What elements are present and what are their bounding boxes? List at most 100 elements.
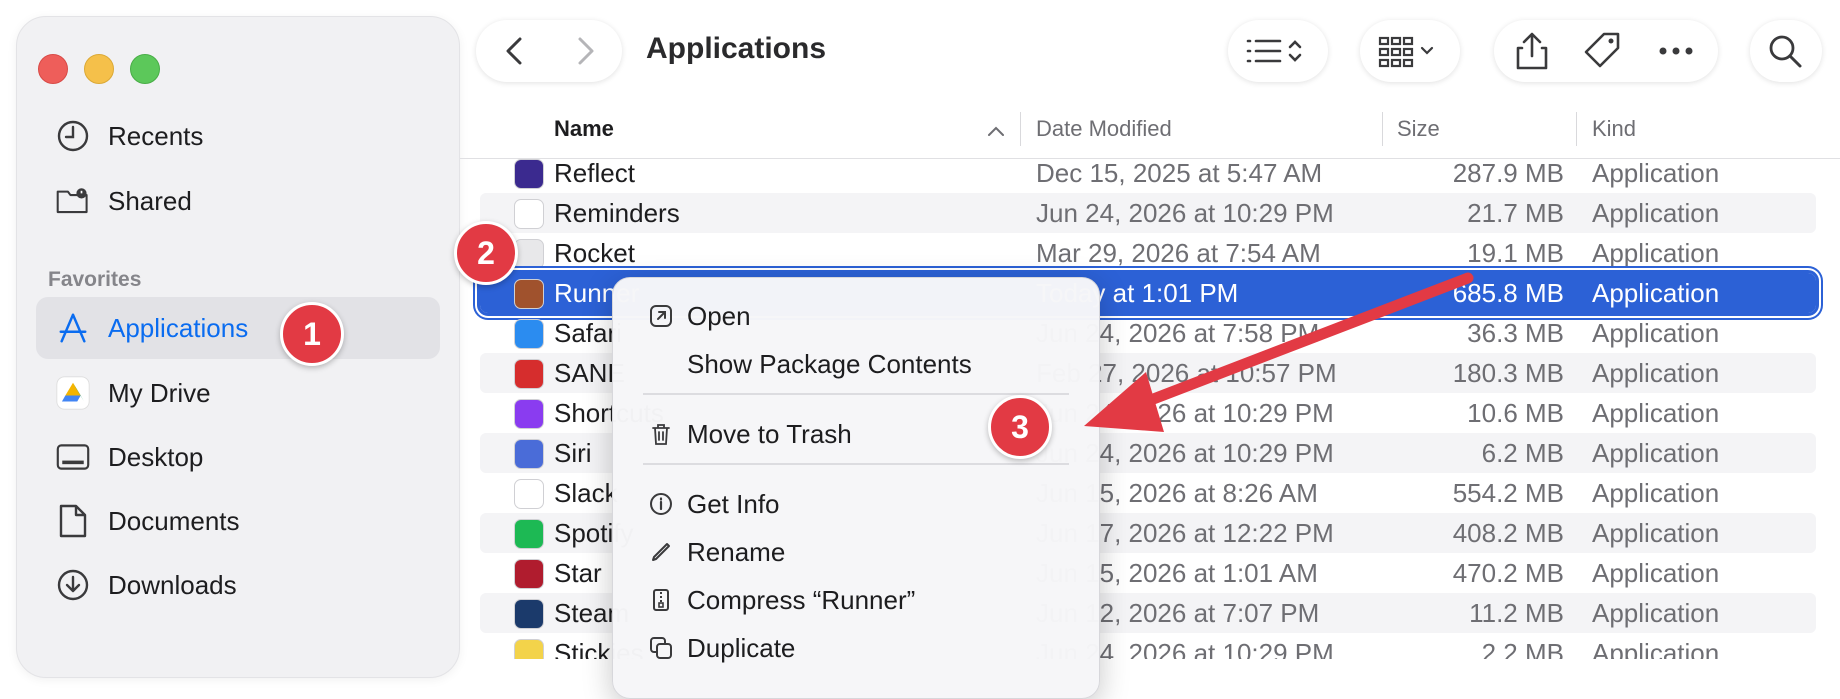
- actions-group: [1494, 20, 1718, 82]
- file-size: 408.2 MB: [1452, 518, 1564, 548]
- file-kind: Application: [1592, 558, 1720, 588]
- app-icon: [514, 399, 544, 429]
- context-menu: Open Show Package Contents Move to Trash…: [612, 277, 1100, 699]
- app-icon: [514, 319, 544, 349]
- file-kind: Application: [1592, 478, 1720, 508]
- file-size: 685.8 MB: [1452, 278, 1564, 308]
- window-title: Applications: [646, 32, 827, 65]
- close-window-button[interactable]: [38, 54, 68, 84]
- file-name: Reminders: [554, 198, 680, 228]
- menu-item-open[interactable]: Open: [613, 294, 1099, 338]
- file-kind: Application: [1592, 398, 1720, 428]
- file-name: Reflect: [554, 159, 635, 188]
- file-size: 180.3 MB: [1452, 358, 1564, 388]
- app-icon: [514, 359, 544, 389]
- trash-icon: [652, 424, 670, 445]
- file-size: 19.1 MB: [1467, 238, 1564, 268]
- zoom-window-button[interactable]: [130, 54, 160, 84]
- app-icon: [514, 519, 544, 549]
- file-size: 36.3 MB: [1467, 318, 1564, 348]
- info-icon: [650, 493, 672, 515]
- table-row[interactable]: Rocket Mar 29, 2026 at 7:54 AM 19.1 MB Appl…: [480, 233, 1816, 273]
- menu-item-label: Open: [687, 301, 751, 331]
- share-button[interactable]: [1512, 30, 1552, 77]
- app-icon: [514, 599, 544, 629]
- date-modified: Jun 24, 2026 at 10:29 PM: [1036, 198, 1334, 228]
- file-name: Star: [554, 558, 602, 588]
- menu-item-rename[interactable]: Rename: [613, 530, 1099, 574]
- forward-button[interactable]: [566, 32, 604, 75]
- file-size: 554.2 MB: [1452, 478, 1564, 508]
- open-icon: [650, 305, 672, 327]
- view-list-button[interactable]: [1228, 20, 1328, 82]
- file-kind: Application: [1592, 198, 1720, 228]
- menu-item-label: Duplicate: [687, 633, 796, 663]
- file-kind: Application: [1592, 598, 1720, 628]
- step-badge-1: 1: [280, 302, 344, 366]
- step-badge-3: 3: [988, 395, 1052, 459]
- list-view-icon: [1246, 39, 1302, 63]
- navigation-group: [476, 20, 622, 82]
- file-size: 21.7 MB: [1467, 198, 1564, 228]
- search-button[interactable]: [1750, 20, 1822, 82]
- column-header-date-modified[interactable]: Date Modified: [1036, 116, 1172, 142]
- app-icon: [514, 279, 544, 309]
- share-icon: [1516, 32, 1548, 70]
- file-name: Slack: [554, 478, 618, 508]
- column-header-size[interactable]: Size: [1397, 116, 1440, 142]
- app-icon: [514, 439, 544, 469]
- back-button[interactable]: [496, 32, 534, 75]
- file-size: 11.2 MB: [1469, 598, 1564, 628]
- file-size: 287.9 MB: [1452, 159, 1564, 188]
- sidebar-item-recents[interactable]: Recents: [36, 105, 440, 167]
- ellipsis-icon: [1659, 47, 1693, 55]
- column-header-kind[interactable]: Kind: [1592, 116, 1636, 142]
- chevron-left-icon: [506, 37, 522, 65]
- file-size: 470.2 MB: [1452, 558, 1564, 588]
- sort-ascending-icon: [988, 126, 1004, 136]
- app-icon: [514, 479, 544, 509]
- column-divider: [1576, 112, 1577, 146]
- grid-view-icon: [1378, 36, 1434, 68]
- date-modified: Mar 29, 2026 at 7:54 AM: [1036, 238, 1321, 268]
- tag-icon: [1584, 32, 1620, 68]
- more-button[interactable]: [1658, 44, 1694, 62]
- group-by-button[interactable]: [1360, 20, 1460, 82]
- file-kind: Application: [1592, 358, 1720, 388]
- date-modified: Dec 15, 2025 at 5:47 AM: [1036, 159, 1323, 188]
- menu-item-label: Get Info: [687, 489, 780, 519]
- file-kind: Application: [1592, 159, 1720, 188]
- file-kind: Application: [1592, 318, 1720, 348]
- table-row[interactable]: Reflect Dec 15, 2025 at 5:47 AM 287.9 MB Ap…: [480, 159, 1816, 193]
- menu-item-show-package-contents[interactable]: Show Package Contents: [613, 342, 1099, 386]
- app-icon: [514, 239, 544, 269]
- duplicate-icon: [650, 637, 672, 659]
- app-icon: [514, 639, 544, 659]
- file-kind: Application: [1592, 438, 1720, 468]
- table-row[interactable]: Reminders Jun 24, 2026 at 10:29 PM 21.7 MB…: [480, 193, 1816, 233]
- step-badge-2: 2: [454, 221, 518, 285]
- menu-item-compress[interactable]: Compress “Runner”: [613, 578, 1099, 622]
- file-kind: Application: [1592, 638, 1720, 659]
- file-size: 2.2 MB: [1481, 638, 1564, 659]
- file-kind: Application: [1592, 278, 1720, 308]
- chevron-right-icon: [578, 37, 594, 65]
- menu-separator: [643, 463, 1069, 465]
- file-name: Rocket: [554, 238, 635, 268]
- tag-button[interactable]: [1582, 30, 1624, 77]
- menu-item-duplicate[interactable]: Duplicate: [613, 626, 1099, 670]
- column-divider: [1382, 112, 1383, 146]
- clock-icon: [56, 119, 90, 153]
- menu-item-label: Move to Trash: [687, 419, 852, 449]
- minimize-window-button[interactable]: [84, 54, 114, 84]
- archive-icon: [653, 589, 669, 611]
- file-size: 10.6 MB: [1467, 398, 1564, 428]
- file-kind: Application: [1592, 518, 1720, 548]
- menu-item-get-info[interactable]: Get Info: [613, 482, 1099, 526]
- file-name: Siri: [554, 438, 592, 468]
- menu-item-label: Compress “Runner”: [687, 585, 916, 615]
- column-header-name[interactable]: Name: [554, 116, 614, 142]
- app-icon: [514, 199, 544, 229]
- column-divider: [1020, 112, 1021, 146]
- pencil-icon: [652, 543, 670, 561]
